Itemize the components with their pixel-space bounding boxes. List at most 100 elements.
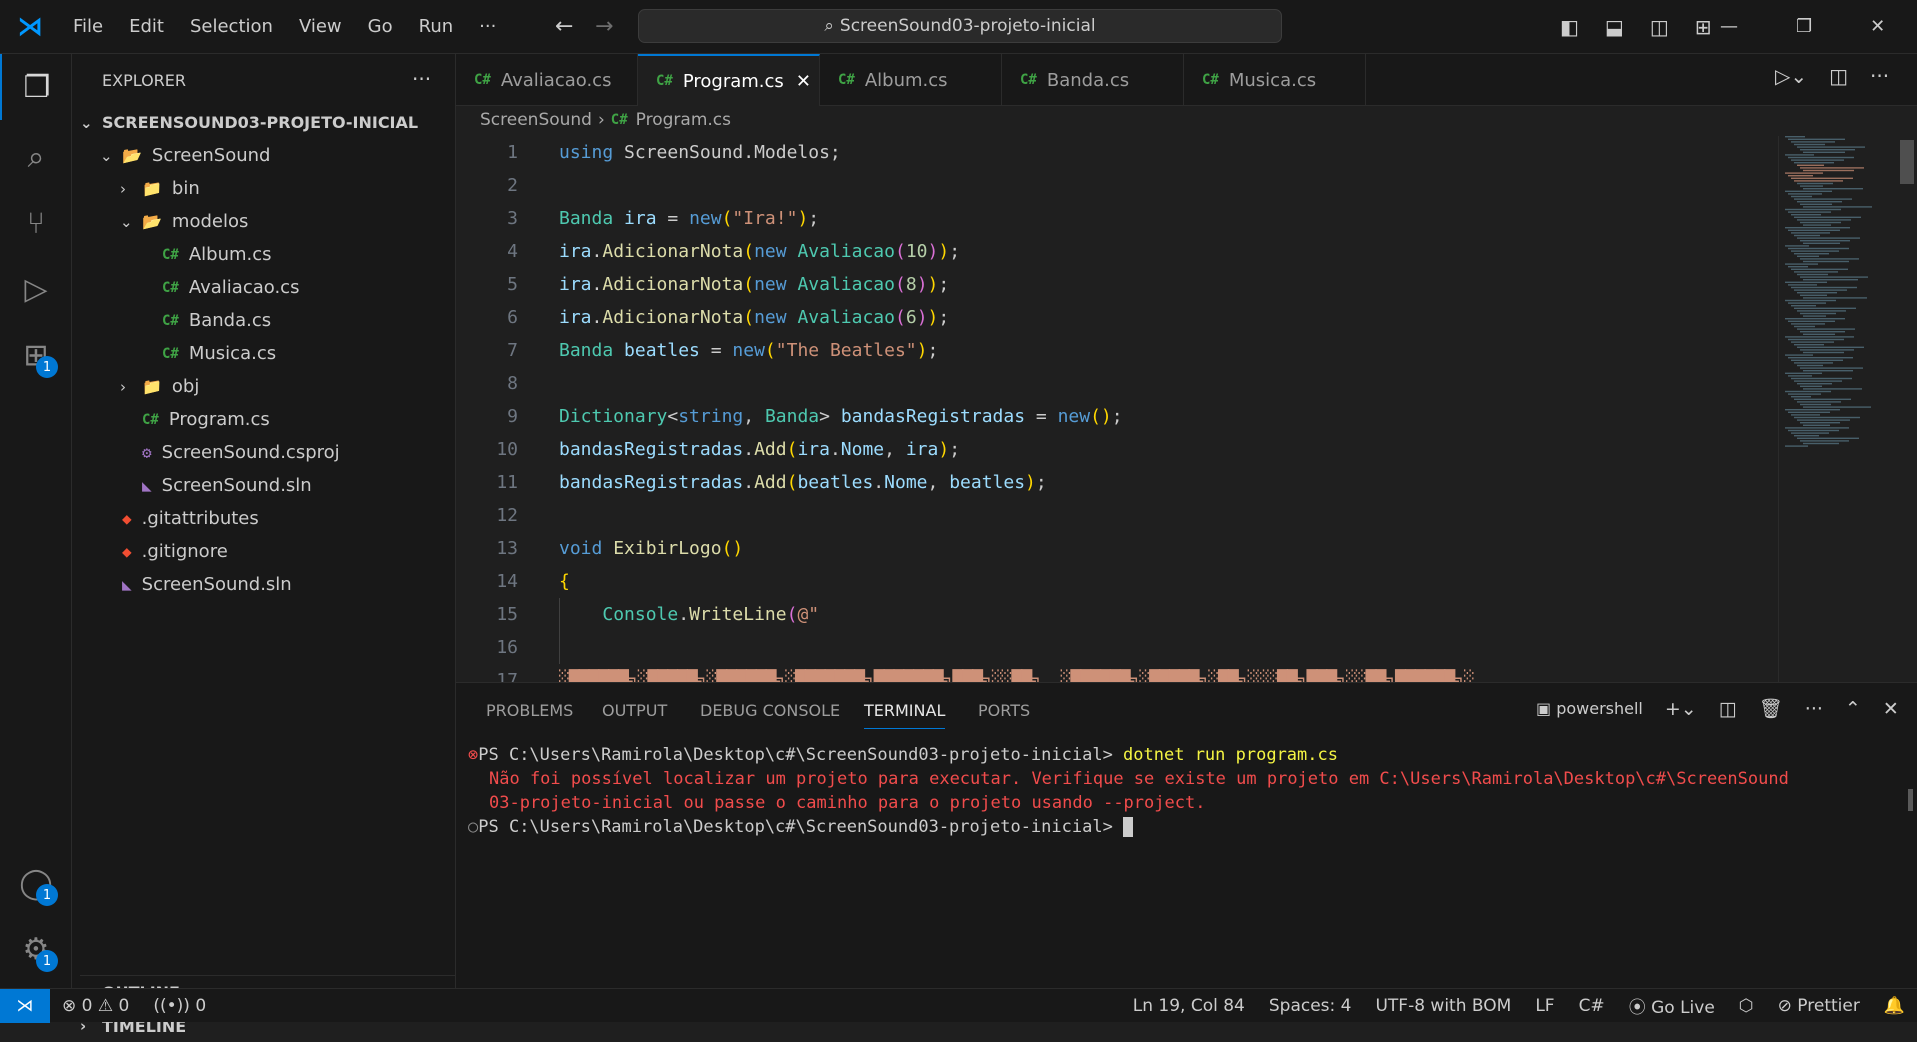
warning-icon: ⚠ (97, 995, 119, 1016)
panel-tab-terminal[interactable]: TERMINAL (864, 701, 946, 729)
split-editor-icon[interactable]: ◫ (1829, 64, 1848, 88)
minimap-line (1785, 208, 1841, 211)
source-control-icon[interactable]: ⑂ (0, 190, 72, 256)
editor-scrollbar[interactable] (1900, 140, 1914, 184)
toggle-panel-icon[interactable]: ⬓ (1605, 15, 1624, 39)
more-actions-icon[interactable]: ··· (1805, 698, 1823, 720)
chevron-right-icon: › (120, 377, 126, 396)
tree-item[interactable]: ◆ .gitignore (100, 535, 228, 568)
tree-item[interactable]: C# Album.cs (140, 238, 272, 271)
menu-item[interactable]: Run (406, 16, 467, 37)
close-panel-icon[interactable]: ✕ (1883, 698, 1899, 720)
tab-program-cs[interactable]: C# Program.cs ✕ (638, 54, 820, 106)
minimap-line (1794, 234, 1820, 237)
cursor-position[interactable]: Ln 19, Col 84 (1121, 996, 1257, 1016)
tree-item[interactable]: ◣ ScreenSound.sln (120, 469, 312, 502)
minimap-line (1800, 240, 1850, 242)
tree-item[interactable]: C# Avaliacao.cs (140, 271, 299, 304)
minimap-line (1785, 136, 1805, 138)
close-window-icon[interactable]: ✕ (1870, 16, 1885, 37)
accounts-icon[interactable]: ◯ 1 (0, 850, 72, 916)
remote-icon[interactable]: ⋊ (0, 988, 50, 1023)
customize-layout-icon[interactable]: ⊞ (1695, 15, 1712, 39)
search-view-icon[interactable]: ⌕ (0, 124, 72, 190)
problems-status[interactable]: ⊗ 0 ⚠ 0 (50, 996, 141, 1016)
tree-item-label: Avaliacao.cs (188, 277, 300, 298)
tab-avaliacao-cs[interactable]: C# Avaliacao.cs (456, 54, 638, 106)
more-actions-icon[interactable]: ··· (1870, 64, 1889, 88)
tree-item[interactable]: › 📁 bin (120, 172, 200, 205)
tree-item[interactable]: C# Program.cs (120, 403, 270, 436)
tree-item[interactable]: ⌄ 📂 ScreenSound (100, 139, 271, 172)
panel-tab-output[interactable]: OUTPUT (602, 701, 667, 720)
minimap[interactable] (1785, 136, 1895, 536)
close-tab-icon[interactable]: ✕ (796, 71, 811, 92)
csharp-devkit-icon[interactable]: ⬡ (1727, 996, 1766, 1016)
tree-item[interactable]: ◣ ScreenSound.sln (100, 568, 292, 601)
code-token: string (678, 406, 744, 427)
code-token: beatles (949, 472, 1026, 493)
terminal-scrollbar[interactable] (1908, 789, 1913, 811)
workspace-root[interactable]: ⌄ SCREENSOUND03-PROJETO-INICIAL (80, 106, 418, 139)
breadcrumb-file[interactable]: Program.cs (636, 110, 731, 130)
minimize-icon[interactable]: — (1720, 16, 1738, 37)
menu-item[interactable]: ··· (466, 16, 509, 37)
code-token: , (884, 439, 906, 460)
menu-item[interactable]: File (60, 16, 116, 37)
go-live-button[interactable]: ⦿ Go Live (1617, 993, 1727, 1018)
terminal-shell-selector[interactable]: ▣ powershell (1536, 699, 1643, 718)
minimap-line (1785, 336, 1854, 338)
trash-icon[interactable]: 🗑 (1759, 697, 1783, 720)
code-editor[interactable]: 1 using ScreenSound.Modelos; 2 3 Banda ira =… (456, 136, 1776, 682)
minimap-line (1794, 198, 1852, 200)
tab-musica-cs[interactable]: C# Musica.cs (1184, 54, 1366, 106)
menu-item[interactable]: Edit (116, 16, 177, 37)
restore-icon[interactable]: ❐ (1796, 16, 1812, 37)
forward-arrow-icon[interactable]: → (595, 14, 613, 39)
shell-name: powershell (1556, 699, 1643, 718)
menu-item[interactable]: View (286, 16, 355, 37)
run-debug-icon[interactable]: ▷ (0, 256, 72, 322)
split-terminal-icon[interactable]: ◫ (1719, 698, 1737, 720)
notifications-bell-icon[interactable]: 🔔 (1872, 996, 1917, 1016)
extensions-icon[interactable]: ⊞ 1 (0, 322, 72, 388)
back-arrow-icon[interactable]: ← (555, 14, 573, 39)
tab-banda-cs[interactable]: C# Banda.cs (1002, 54, 1184, 106)
panel-tab-ports[interactable]: PORTS (978, 701, 1030, 720)
prettier-button[interactable]: ⊘ Prettier (1766, 996, 1872, 1016)
settings-gear-icon[interactable]: ⚙ 1 (0, 916, 72, 982)
menu-item[interactable]: Go (355, 16, 406, 37)
toggle-secondary-sidebar-icon[interactable]: ◫ (1650, 15, 1669, 39)
encoding[interactable]: UTF-8 with BOM (1363, 996, 1523, 1016)
language-mode[interactable]: C# (1567, 996, 1617, 1016)
more-actions-icon[interactable]: ··· (412, 62, 431, 95)
ports-status[interactable]: ((•)) 0 (141, 996, 218, 1016)
run-icon[interactable]: ▷⌄ (1775, 64, 1807, 88)
tab-album-cs[interactable]: C# Album.cs (820, 54, 1002, 106)
tree-item[interactable]: C# Musica.cs (140, 337, 276, 370)
minimap-line (1788, 393, 1821, 395)
indentation[interactable]: Spaces: 4 (1257, 996, 1364, 1016)
minimap-line (1803, 406, 1871, 408)
new-terminal-icon[interactable]: +⌄ (1665, 698, 1697, 720)
end-of-line[interactable]: LF (1523, 996, 1566, 1016)
terminal[interactable]: ⊗PS C:\Users\Ramirola\Desktop\c#\ScreenS… (456, 743, 1917, 983)
panel-tab-debug-console[interactable]: DEBUG CONSOLE (700, 701, 840, 720)
breadcrumb-folder[interactable]: ScreenSound (480, 110, 592, 130)
minimap-line (1797, 364, 1823, 367)
explorer-icon[interactable]: ❐ (0, 54, 72, 120)
tree-item[interactable]: › 📁 obj (120, 370, 199, 403)
tree-item[interactable]: ⚙ ScreenSound.csproj (120, 436, 340, 469)
broadcast-icon: ⦿ (1628, 998, 1652, 1018)
tree-item[interactable]: ⌄ 📂 modelos (120, 205, 248, 238)
minimap-line (1791, 341, 1834, 343)
command-center-search[interactable]: ⌕ ScreenSound03-projeto-inicial (638, 9, 1282, 43)
tree-item[interactable]: ◆ .gitattributes (100, 502, 259, 535)
csharp-file-icon: C# (162, 279, 179, 296)
minimap-line (1803, 442, 1839, 445)
menu-item[interactable]: Selection (177, 16, 286, 37)
toggle-sidebar-icon[interactable]: ◧ (1560, 15, 1579, 39)
panel-tab-problems[interactable]: PROBLEMS (486, 701, 573, 720)
maximize-panel-icon[interactable]: ⌃ (1845, 698, 1861, 720)
tree-item[interactable]: C# Banda.cs (140, 304, 271, 337)
